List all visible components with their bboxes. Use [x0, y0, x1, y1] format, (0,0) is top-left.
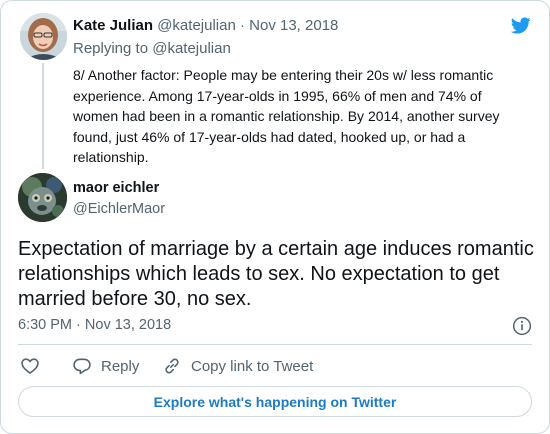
tweet-timestamp[interactable]: 6:30 PM · Nov 13, 2018 — [18, 317, 171, 333]
parent-author-handle[interactable]: @katejulian — [157, 17, 236, 34]
main-tweet-text: Expectation of marriage by a certain age… — [18, 238, 534, 310]
tweet-time[interactable]: 6:30 PM — [18, 317, 72, 333]
reply-button[interactable]: Reply — [72, 355, 139, 377]
copy-link-button[interactable]: Copy link to Tweet — [162, 355, 313, 377]
reply-label: Reply — [101, 357, 140, 375]
parent-tweet-text: 8/ Another factor: People may be enterin… — [73, 67, 500, 165]
info-icon[interactable] — [512, 316, 532, 336]
kate-julian-avatar[interactable] — [20, 13, 67, 60]
copy-link-label: Copy link to Tweet — [191, 357, 314, 375]
explore-twitter-button[interactable]: Explore what's happening on Twitter — [18, 386, 532, 417]
action-divider — [18, 344, 532, 345]
twitter-bird-icon[interactable] — [508, 15, 533, 36]
heart-icon — [21, 358, 39, 374]
parent-tweet-header: Kate Julian @katejulian · Nov 13, 2018 — [73, 17, 338, 34]
tweet-embed-card: Kate Julian @katejulian · Nov 13, 2018 R… — [0, 0, 550, 434]
main-author-name[interactable]: maor eichler — [73, 180, 159, 196]
like-button[interactable] — [20, 355, 40, 377]
replying-to-handle[interactable]: @katejulian — [152, 40, 231, 57]
parent-author-name[interactable]: Kate Julian — [73, 17, 153, 34]
parent-date-separator: · — [239, 17, 245, 34]
tweet-timestamp-separator: · — [76, 317, 81, 333]
replying-to-prefix: Replying to — [73, 40, 149, 57]
tweet-date[interactable]: Nov 13, 2018 — [85, 317, 171, 333]
speech-bubble-icon — [73, 358, 91, 375]
thread-connector-line — [42, 63, 44, 169]
replying-to-line: Replying to @katejulian — [73, 40, 231, 57]
parent-tweet-date[interactable]: Nov 13, 2018 — [249, 17, 338, 34]
link-icon — [165, 358, 179, 374]
maor-eichler-avatar[interactable] — [18, 173, 67, 222]
main-author-handle[interactable]: @EichlerMaor — [73, 201, 165, 217]
